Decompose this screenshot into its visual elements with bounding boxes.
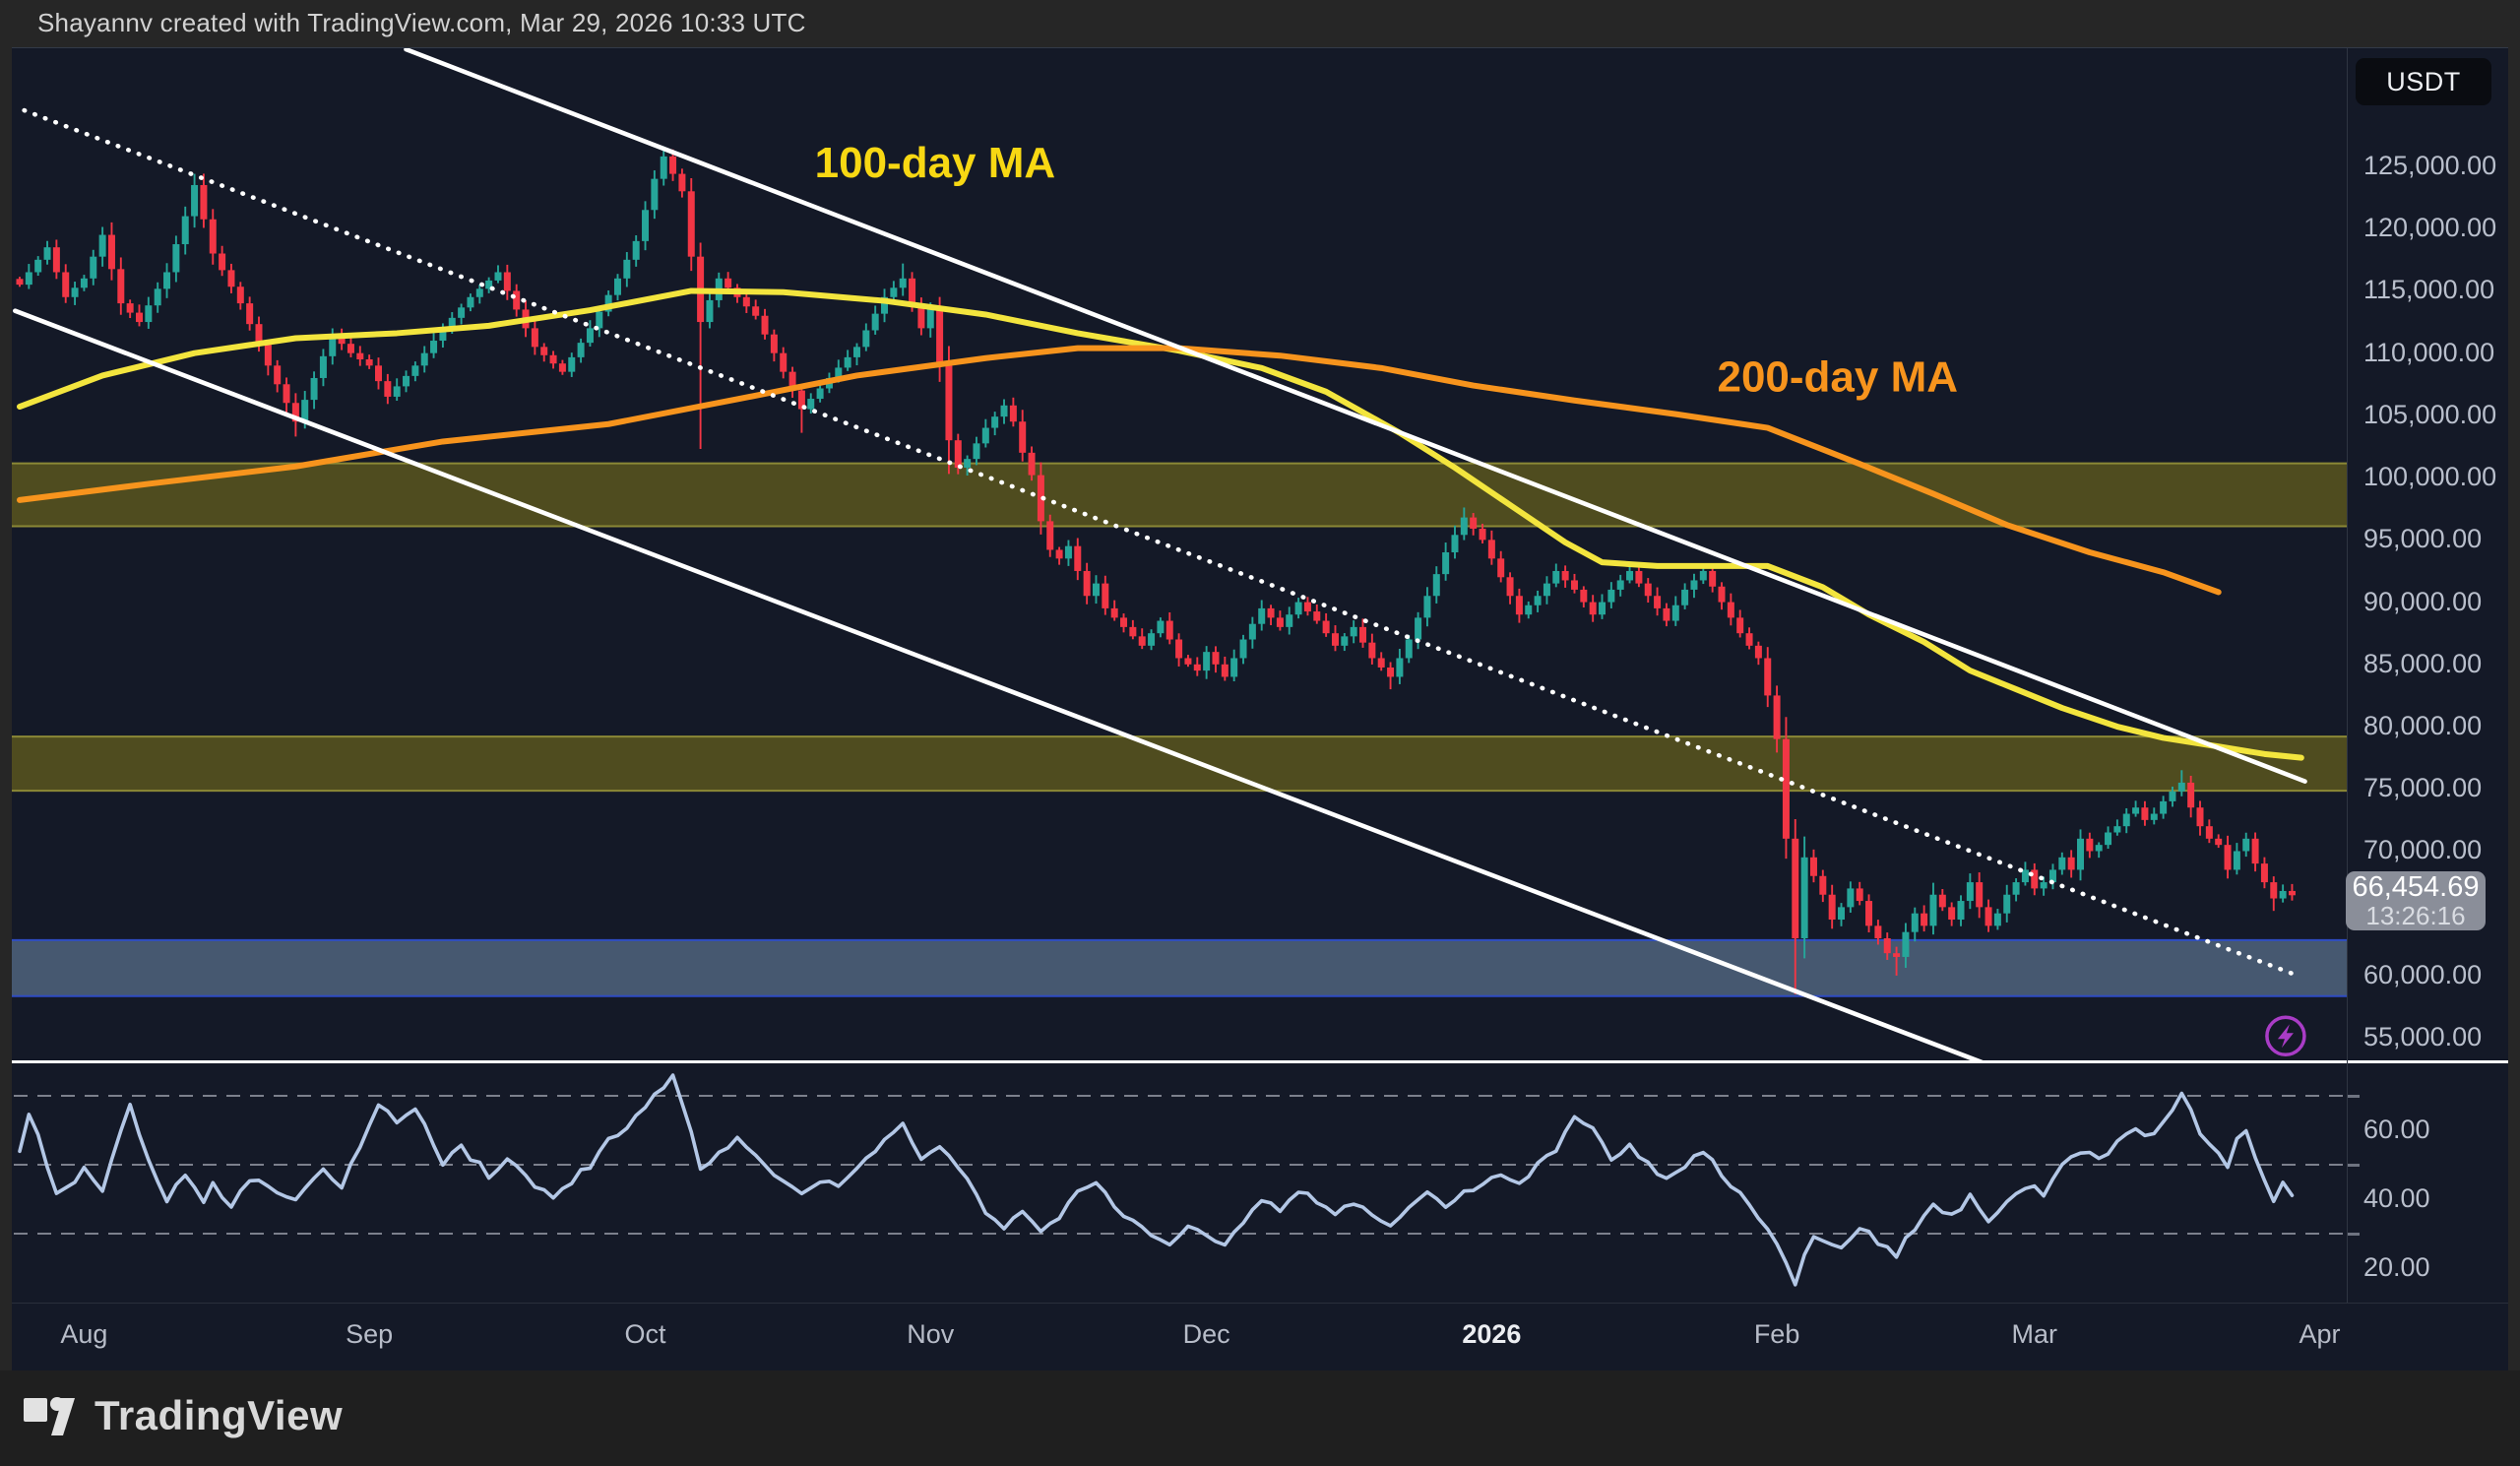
price-tick-label: 60,000.00 <box>2363 960 2482 990</box>
time-axis[interactable]: Aug Sep Oct Nov Dec 2026 Feb Mar Apr <box>12 1303 2508 1372</box>
midline-dotted[interactable] <box>25 110 2298 976</box>
rsi-axis-tick <box>2348 1095 2360 1098</box>
rsi-pane-canvas[interactable] <box>12 1062 2347 1303</box>
support-zone <box>12 940 2347 996</box>
time-tick-label-feb[interactable]: Feb <box>1754 1319 1800 1350</box>
footer-bar: TradingView <box>0 1370 2520 1466</box>
price-tick-label: 115,000.00 <box>2363 275 2494 305</box>
time-tick-label-nov[interactable]: Nov <box>907 1319 954 1350</box>
price-tick-label: 125,000.00 <box>2363 151 2496 181</box>
rsi-tick-label: 20.00 <box>2363 1252 2430 1283</box>
rsi-line <box>20 1075 2292 1285</box>
time-tick-label-sep[interactable]: Sep <box>346 1319 393 1350</box>
price-tick-label: 110,000.00 <box>2363 338 2494 368</box>
time-tick-label-oct[interactable]: Oct <box>625 1319 666 1350</box>
candlestick-series <box>17 147 2296 994</box>
last-price-badge: 66,454.69 13:26:16 <box>2346 871 2486 930</box>
resistance-zone-upper <box>12 464 2347 527</box>
quote-currency-chip[interactable]: USDT <box>2356 58 2491 105</box>
price-axis[interactable]: USDT 125,000.00 120,000.00 115,000.00 110,0… <box>2347 48 2509 1303</box>
price-tick-label: 55,000.00 <box>2363 1022 2482 1052</box>
time-tick-label-mar[interactable]: Mar <box>2012 1319 2058 1350</box>
price-tick-label: 90,000.00 <box>2363 587 2482 617</box>
price-pane-canvas[interactable]: 100-day MA 200-day MA <box>12 48 2347 1062</box>
ma-label: 100-day MA <box>815 139 1056 187</box>
price-tick-label: 80,000.00 <box>2363 711 2482 741</box>
time-tick-label-2026[interactable]: 2026 <box>1462 1319 1521 1350</box>
time-tick-label-apr[interactable]: Apr <box>2299 1319 2340 1350</box>
time-tick-label-dec[interactable]: Dec <box>1183 1319 1230 1350</box>
ma-label: 200-day MA <box>1717 353 1958 402</box>
price-tick-label: 100,000.00 <box>2363 462 2496 492</box>
price-tick-label: 85,000.00 <box>2363 649 2482 679</box>
rsi-tick-label: 60.00 <box>2363 1115 2430 1145</box>
lightning-bolt-glyph <box>2278 1024 2294 1048</box>
bar-countdown: 13:26:16 <box>2365 903 2465 929</box>
rsi-tick-label: 40.00 <box>2363 1183 2430 1214</box>
channel-upper[interactable] <box>407 49 2305 782</box>
tradingview-logo-icon <box>24 1392 87 1441</box>
attribution-bar: Shayannv created with TradingView.com, M… <box>0 0 2520 47</box>
rsi-axis-tick <box>2348 1233 2360 1236</box>
price-tick-label: 95,000.00 <box>2363 524 2482 554</box>
price-tick-label: 120,000.00 <box>2363 213 2496 243</box>
time-tick-label-aug[interactable]: Aug <box>60 1319 107 1350</box>
last-price-value: 66,454.69 <box>2352 872 2479 902</box>
attribution-text: Shayannv created with TradingView.com, M… <box>37 8 806 38</box>
resistance-zone-lower <box>12 736 2347 791</box>
tradingview-brand-text: TradingView <box>94 1392 343 1439</box>
price-tick-label: 105,000.00 <box>2363 400 2496 430</box>
tradingview-screenshot: Shayannv created with TradingView.com, M… <box>0 0 2520 1466</box>
price-tick-label: 75,000.00 <box>2363 773 2482 803</box>
rsi-axis-tick <box>2348 1164 2360 1167</box>
pane-separator[interactable] <box>12 1060 2508 1063</box>
price-tick-label: 70,000.00 <box>2363 835 2482 865</box>
chart-area: 100-day MA 200-day MA USDT 125,000.00 120,… <box>12 47 2508 1371</box>
